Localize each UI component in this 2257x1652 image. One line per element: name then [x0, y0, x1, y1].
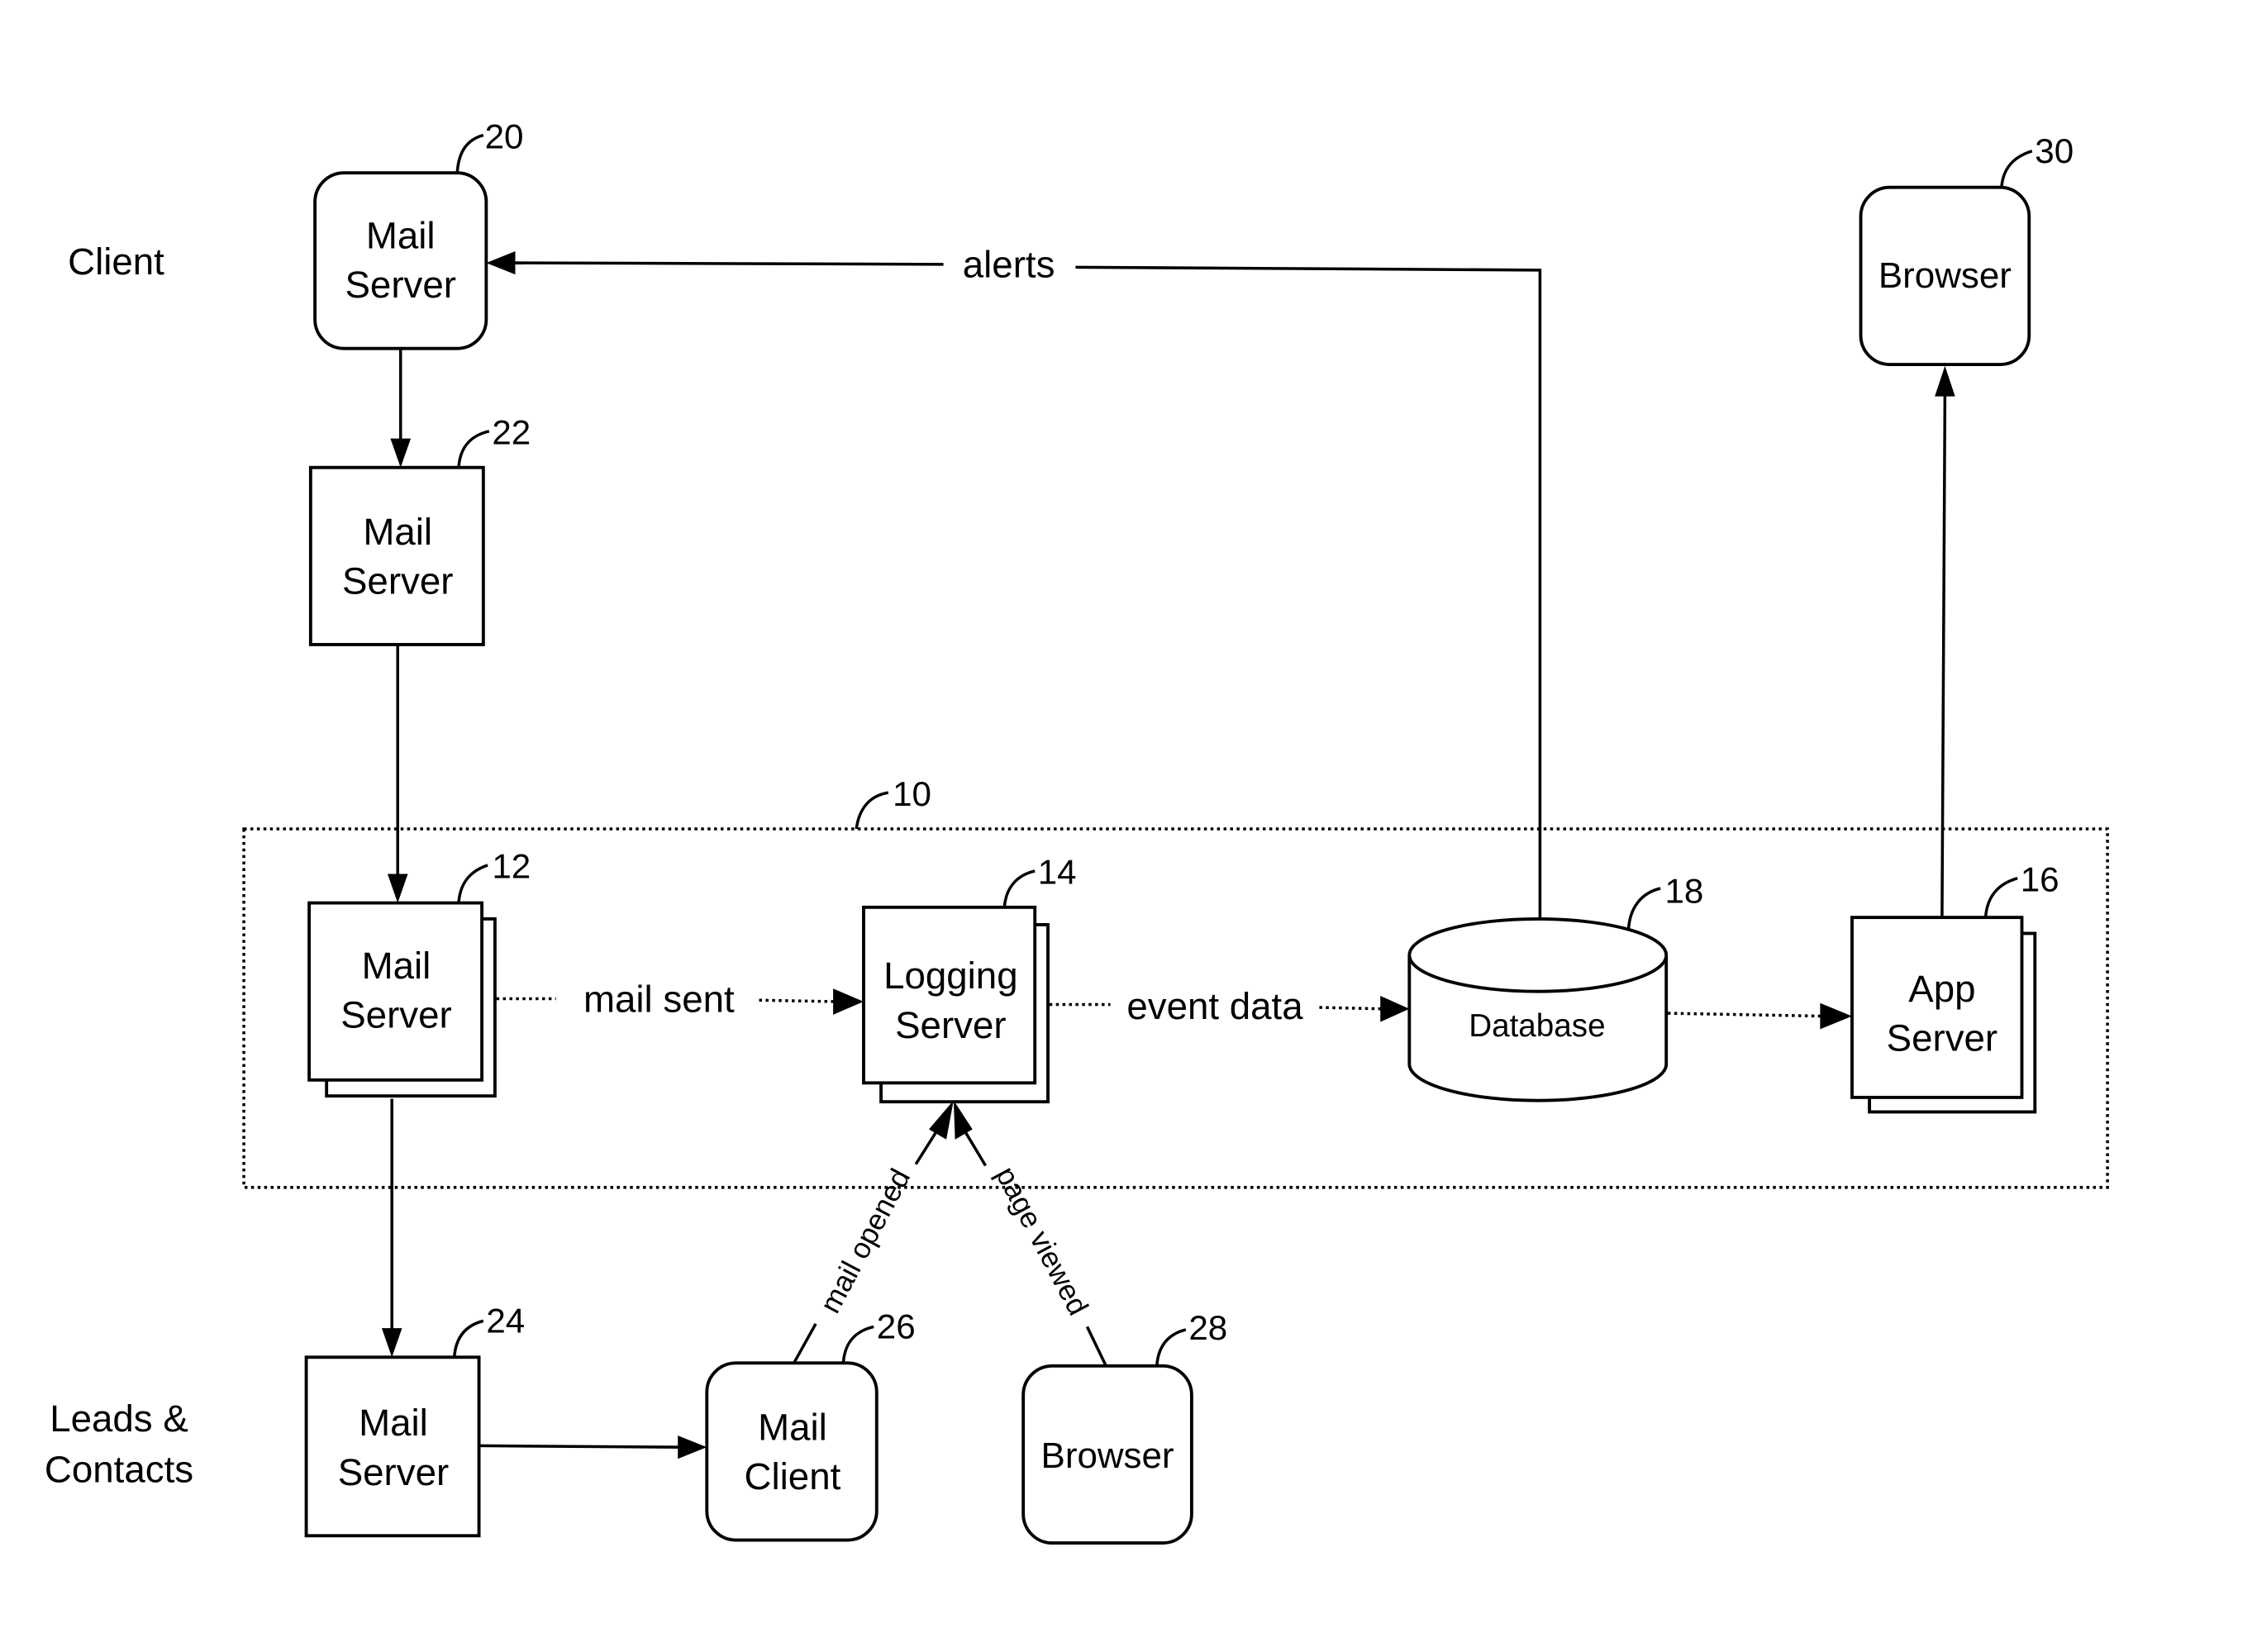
- edge-line-segment: [515, 261, 944, 266]
- node-label-line1: Logging: [883, 955, 1018, 997]
- ref-leader: [457, 864, 488, 903]
- ref-leader: [452, 1319, 484, 1358]
- arrowhead-up-icon: [1935, 365, 1955, 397]
- arrowhead-right-icon: [1820, 1002, 1853, 1030]
- ref-leader: [455, 133, 484, 174]
- ref-leader: [841, 1325, 874, 1364]
- ref-leader: [1155, 1328, 1187, 1366]
- node-mail-server-22: Mail Server 22: [308, 413, 531, 646]
- ref-number: 20: [485, 117, 524, 155]
- edge-label-event-data: event data: [1126, 985, 1303, 1027]
- edge-line: [793, 1323, 817, 1364]
- node-label-line1: Mail: [366, 215, 436, 257]
- database-top: [1407, 916, 1669, 993]
- system-diagram: Client Leads & Contacts 10 Mail Server 2…: [45, 117, 2109, 1545]
- edge-label-page-viewed: page viewed: [989, 1161, 1094, 1320]
- ref-number: 30: [2035, 131, 2074, 170]
- ref-number: 18: [1664, 872, 1703, 911]
- node-shape: [307, 901, 484, 1082]
- ref-number: 12: [492, 847, 531, 886]
- edge-line-segment: [1319, 1006, 1383, 1011]
- edge-ms24-to-mail-client: [479, 1435, 707, 1459]
- node-app-server-16: App Server 16: [1850, 860, 2059, 1114]
- group-label-contacts: Contacts: [45, 1448, 193, 1490]
- node-label-line1: App: [1908, 968, 1975, 1010]
- node-label-line1: Mail: [758, 1406, 827, 1448]
- edge-page-viewed: page viewed: [953, 1100, 1107, 1367]
- arrowhead-right-icon: [678, 1435, 707, 1459]
- edge-line: [1940, 393, 1947, 918]
- node-label-line2: Server: [1887, 1017, 1997, 1059]
- node-mail-client-26: Mail Client 26: [705, 1307, 916, 1542]
- node-browser-28: Browser 28: [1021, 1308, 1227, 1545]
- ref-number: 16: [2021, 860, 2059, 899]
- node-mail-server-20: Mail Server 20: [313, 117, 524, 350]
- edge-label-alerts: alerts: [963, 244, 1055, 286]
- node-shape: [313, 171, 488, 350]
- group-label-client: Client: [68, 240, 164, 283]
- edge-mail-opened: mail opened: [793, 1100, 954, 1364]
- arrowhead-right-icon: [1380, 995, 1410, 1022]
- ref-leader-10: [855, 791, 889, 830]
- arrowhead-down-icon: [387, 874, 408, 903]
- edge-line: [1085, 1326, 1107, 1367]
- ref-leader: [1002, 869, 1036, 908]
- ref-leader: [1626, 887, 1661, 930]
- edge-line-segment: [759, 998, 838, 1003]
- edge-line: [1667, 1012, 1823, 1018]
- arrowhead-left-icon: [486, 251, 516, 275]
- edge-ms22-to-ms12: [387, 644, 408, 903]
- ref-leader: [2000, 150, 2033, 188]
- node-shape: [705, 1361, 879, 1542]
- ref-number: 24: [486, 1301, 525, 1340]
- ref-number: 14: [1038, 853, 1077, 892]
- node-label-line2: Server: [340, 994, 451, 1036]
- node-label-line2: Server: [345, 264, 455, 306]
- edge-ms12-to-ms24: [381, 1098, 402, 1358]
- ref-number: 26: [877, 1307, 916, 1345]
- arrowhead-up-icon: [929, 1100, 954, 1140]
- node-label-line2: Server: [342, 559, 453, 602]
- node-label-line2: Server: [895, 1004, 1006, 1046]
- edge-db-to-app: [1667, 1002, 1853, 1030]
- edge-event-data: event data: [1049, 985, 1410, 1027]
- edge-mail-sent: mail sent: [496, 978, 864, 1020]
- node-logging-server-14: Logging Server 14: [862, 853, 1077, 1104]
- edge-line: [1075, 265, 1542, 919]
- node-label-line2: Client: [745, 1455, 841, 1497]
- node-label-line1: Mail: [359, 1402, 428, 1444]
- edge-app-to-browser30: [1935, 365, 1955, 918]
- edge-line-segment: [962, 1128, 988, 1167]
- node-label: Browser: [1041, 1435, 1174, 1476]
- ref-leader: [1983, 877, 2018, 918]
- edge-label-mail-sent: mail sent: [583, 978, 735, 1020]
- edge-line: [479, 1444, 683, 1449]
- node-shape: [308, 465, 485, 646]
- edge-ms20-to-ms22: [390, 348, 412, 468]
- node-mail-server-12: Mail Server 12: [307, 847, 531, 1098]
- arrowhead-down-icon: [381, 1328, 402, 1358]
- arrowhead-right-icon: [833, 988, 864, 1015]
- node-browser-30: Browser 30: [1859, 131, 2074, 366]
- node-database-18: Database 18: [1407, 872, 1703, 1102]
- node-label-line2: Server: [338, 1451, 449, 1493]
- system-container-10: 10: [242, 774, 2109, 1189]
- node-mail-server-24: Mail Server 24: [304, 1301, 525, 1538]
- edge-alerts: alerts: [486, 244, 1542, 919]
- group-label-leads: Leads &: [50, 1397, 188, 1440]
- arrowhead-up-icon: [953, 1100, 973, 1140]
- node-label: Browser: [1878, 255, 2012, 296]
- arrowhead-down-icon: [390, 438, 412, 468]
- ref-number-10: 10: [893, 774, 931, 813]
- ref-number: 22: [492, 413, 531, 452]
- node-label: Database: [1469, 1008, 1605, 1044]
- node-shape: [304, 1355, 481, 1538]
- node-label-line1: Mail: [362, 945, 431, 987]
- ref-number: 28: [1188, 1308, 1227, 1347]
- node-label-line1: Mail: [363, 511, 432, 553]
- ref-leader: [457, 430, 490, 468]
